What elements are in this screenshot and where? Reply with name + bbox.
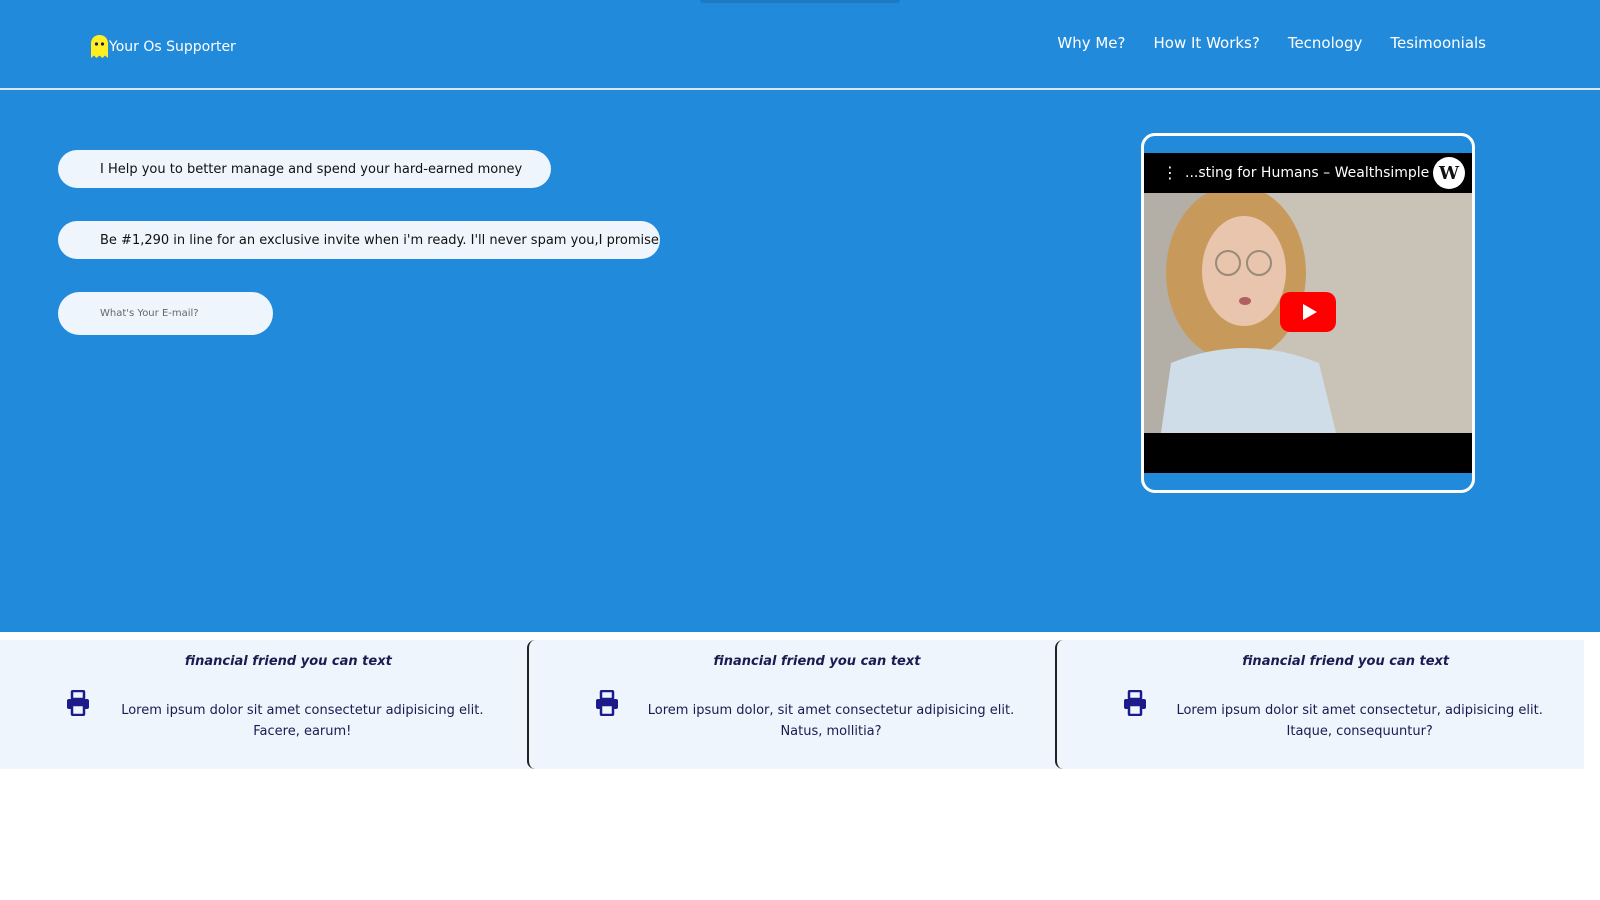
main-nav: Why Me? How It Works? Tecnology Tesimoon… bbox=[1057, 34, 1486, 52]
nav-link-how-it-works[interactable]: How It Works? bbox=[1154, 34, 1260, 52]
video-title-bar: ⋮ ...sting for Humans – Wealthsimple W bbox=[1144, 153, 1472, 193]
printer-icon bbox=[67, 690, 89, 716]
printer-icon bbox=[1124, 690, 1147, 716]
feature-card-text: Lorem ipsum dolor sit amet consectetur a… bbox=[121, 703, 484, 739]
navbar: Your Os Supporter Why Me? How It Works? … bbox=[0, 0, 1600, 90]
video-player[interactable]: ⋮ ...sting for Humans – Wealthsimple W bbox=[1144, 153, 1472, 473]
hero-section: Your Os Supporter Why Me? How It Works? … bbox=[0, 0, 1600, 632]
brand-logo[interactable]: Your Os Supporter bbox=[90, 34, 236, 60]
feature-card-text: Lorem ipsum dolor, sit amet consectetur … bbox=[647, 703, 1015, 739]
feature-card: financial friend you can text Lorem ipsu… bbox=[0, 640, 527, 769]
waitlist-pill: Be #1,290 in line for an exclusive invit… bbox=[58, 221, 660, 259]
feature-card-title: financial friend you can text bbox=[713, 654, 921, 669]
email-input[interactable] bbox=[58, 292, 273, 335]
nav-link-testimonials[interactable]: Tesimoonials bbox=[1390, 34, 1486, 52]
printer-icon bbox=[595, 690, 618, 716]
feature-card: financial friend you can text Lorem ipsu… bbox=[1055, 640, 1585, 769]
play-icon[interactable] bbox=[1280, 292, 1336, 332]
channel-logo[interactable]: W bbox=[1433, 157, 1465, 189]
feature-card: financial friend you can text Lorem ipsu… bbox=[526, 640, 1056, 769]
headline-pill: I Help you to better manage and spend yo… bbox=[58, 150, 551, 188]
ghost-icon bbox=[91, 35, 108, 58]
features-strip: financial friend you can text Lorem ipsu… bbox=[0, 640, 1585, 769]
feature-card-title: financial friend you can text bbox=[184, 654, 392, 669]
kebab-menu-icon[interactable]: ⋮ bbox=[1155, 165, 1185, 181]
video-frame: ⋮ ...sting for Humans – Wealthsimple W bbox=[1141, 133, 1475, 493]
feature-card-title: financial friend you can text bbox=[1242, 654, 1450, 669]
video-title[interactable]: ...sting for Humans – Wealthsimple bbox=[1185, 165, 1433, 181]
nav-link-technology[interactable]: Tecnology bbox=[1288, 34, 1363, 52]
video-thumbnail[interactable]: ⋮ ...sting for Humans – Wealthsimple W bbox=[1144, 153, 1472, 433]
brand-name: Your Os Supporter bbox=[109, 39, 236, 55]
nav-link-why-me[interactable]: Why Me? bbox=[1057, 34, 1125, 52]
feature-card-text: Lorem ipsum dolor sit amet consectetur, … bbox=[1176, 703, 1543, 739]
